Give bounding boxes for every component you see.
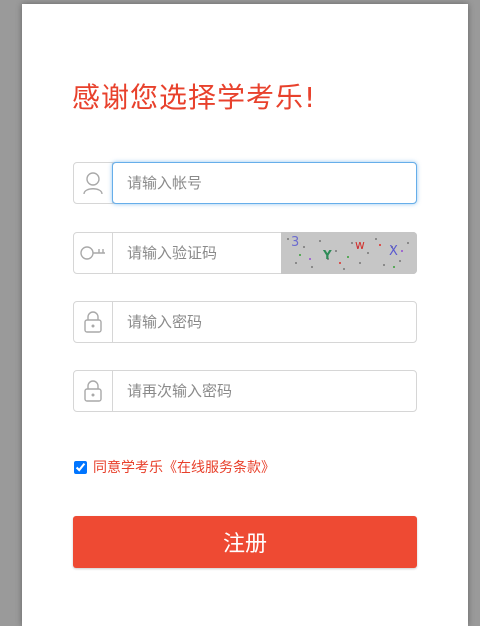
captcha-char-2: Y bbox=[323, 248, 332, 262]
confirm-password-input[interactable] bbox=[113, 371, 416, 411]
page-title: 感谢您选择学考乐! bbox=[72, 81, 317, 114]
captcha-image[interactable]: 3 Y w X bbox=[281, 232, 417, 274]
key-icon bbox=[74, 233, 113, 273]
captcha-char-1: 3 bbox=[291, 235, 300, 250]
password-input[interactable] bbox=[113, 302, 416, 342]
agreement-row[interactable]: 同意学考乐《在线服务条款》 bbox=[74, 457, 275, 477]
lock-icon bbox=[74, 371, 113, 411]
captcha-char-4: X bbox=[389, 244, 398, 259]
register-button[interactable]: 注册 bbox=[73, 516, 417, 568]
account-input[interactable] bbox=[112, 162, 417, 204]
password-field bbox=[73, 301, 417, 343]
account-field bbox=[73, 162, 417, 204]
captcha-char-3: w bbox=[355, 238, 365, 252]
user-icon bbox=[74, 163, 113, 203]
agreement-label[interactable]: 同意学考乐《在线服务条款》 bbox=[93, 457, 275, 477]
captcha-field: 3 Y w X bbox=[73, 232, 417, 274]
register-card: 感谢您选择学考乐! 请输入帐号 请输入验证码 3 Y w X 同意学考乐《在线服… bbox=[22, 4, 468, 626]
lock-icon bbox=[74, 302, 113, 342]
agreement-checkbox[interactable] bbox=[74, 460, 87, 474]
confirm-password-field bbox=[73, 370, 417, 412]
captcha-input[interactable] bbox=[113, 233, 280, 273]
